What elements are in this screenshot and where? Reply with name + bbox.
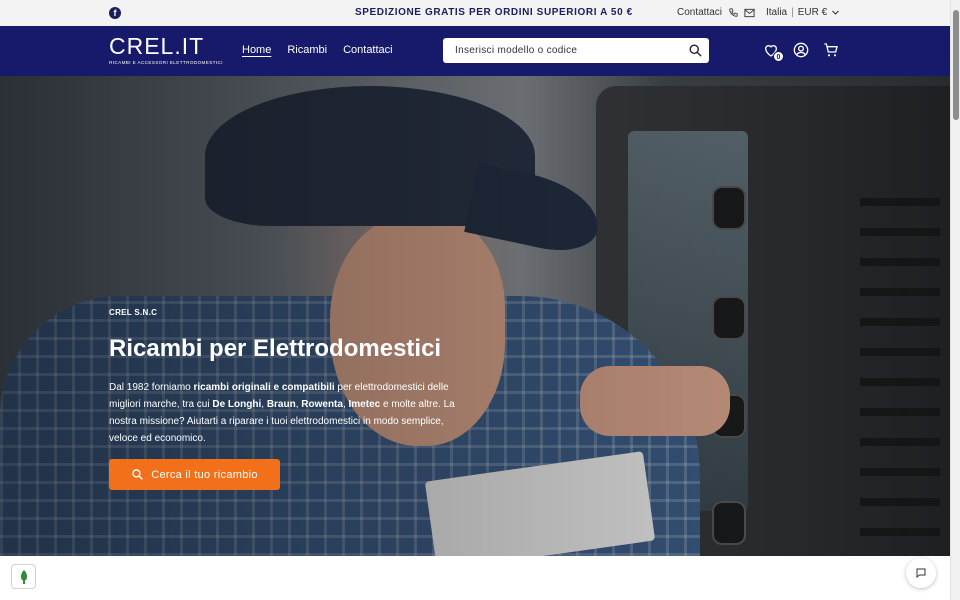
nav-contattaci[interactable]: Contattaci bbox=[343, 44, 393, 56]
hero-text-bold: Rowenta bbox=[301, 399, 343, 410]
hero-text-part: Dal 1982 forniamo bbox=[109, 382, 194, 393]
hero-title: Ricambi per Elettrodomestici bbox=[109, 335, 442, 362]
eco-badge[interactable] bbox=[11, 564, 36, 589]
hero-text-bold: ricambi originali e compatibili bbox=[193, 382, 335, 393]
search-part-button[interactable]: Cerca il tuo ricambio bbox=[109, 459, 280, 490]
leaf-icon bbox=[20, 569, 27, 584]
wishlist-count-badge: 0 bbox=[773, 51, 784, 62]
topbar-contact[interactable]: Contattaci bbox=[677, 7, 755, 18]
cart-icon[interactable] bbox=[823, 42, 839, 58]
hero-text-bold: De Longhi bbox=[212, 399, 262, 410]
chat-icon bbox=[916, 568, 926, 579]
hero-text-bold: Imetec bbox=[348, 399, 381, 410]
page: f SPEDIZIONE GRATIS PER ORDINI SUPERIORI… bbox=[0, 0, 960, 600]
hero-banner: CREL S.N.C Ricambi per Elettrodomestici … bbox=[0, 76, 950, 556]
mail-icon[interactable] bbox=[744, 8, 755, 18]
country-label[interactable]: Italia bbox=[766, 7, 787, 18]
chat-button[interactable] bbox=[906, 558, 936, 588]
hero-eyebrow: CREL S.N.C bbox=[109, 308, 158, 317]
logo[interactable]: CREL.IT RICAMBI E ACCESSORI ELETTRODOMES… bbox=[109, 34, 223, 66]
logo-main-text[interactable]: CREL.IT bbox=[109, 34, 223, 58]
search-input[interactable] bbox=[455, 45, 675, 56]
user-icon[interactable] bbox=[793, 42, 809, 58]
wishlist-button[interactable]: 0 bbox=[763, 42, 784, 62]
scrollbar[interactable] bbox=[950, 0, 960, 600]
site-header: CREL.IT RICAMBI E ACCESSORI ELETTRODOMES… bbox=[0, 26, 950, 76]
below-hero-section bbox=[0, 556, 950, 600]
cart-button[interactable] bbox=[823, 42, 839, 58]
search-icon bbox=[132, 469, 144, 480]
topbar-contact-label[interactable]: Contattaci bbox=[677, 7, 722, 18]
facebook-icon[interactable]: f bbox=[109, 7, 121, 19]
nav-ricambi[interactable]: Ricambi bbox=[287, 44, 327, 56]
hero-content: CREL S.N.C Ricambi per Elettrodomestici … bbox=[109, 308, 479, 490]
search-bar bbox=[443, 38, 709, 63]
announcement-text: SPEDIZIONE GRATIS PER ORDINI SUPERIORI A… bbox=[355, 7, 633, 18]
hero-text-bold: Braun bbox=[266, 399, 296, 410]
header-icons: 0 bbox=[763, 42, 839, 62]
logo-tagline: RICAMBI E ACCESSORI ELETTRODOMESTICI bbox=[109, 60, 223, 65]
scrollbar-thumb[interactable] bbox=[953, 10, 959, 120]
account-button[interactable] bbox=[793, 42, 809, 58]
chevron-down-icon[interactable] bbox=[831, 8, 840, 17]
currency-label[interactable]: EUR € bbox=[798, 7, 827, 18]
nav-home[interactable]: Home bbox=[242, 44, 271, 56]
locale-separator: | bbox=[791, 7, 794, 18]
hero-description: Dal 1982 forniamo ricambi originali e co… bbox=[109, 379, 459, 447]
locale-selector[interactable]: Italia | EUR € bbox=[766, 7, 840, 18]
main-nav: Home Ricambi Contattaci bbox=[242, 44, 393, 56]
announcement-bar: f SPEDIZIONE GRATIS PER ORDINI SUPERIORI… bbox=[0, 0, 950, 26]
phone-icon[interactable] bbox=[728, 7, 738, 18]
search-part-button-label: Cerca il tuo ricambio bbox=[151, 468, 258, 481]
search-icon[interactable] bbox=[688, 43, 703, 58]
